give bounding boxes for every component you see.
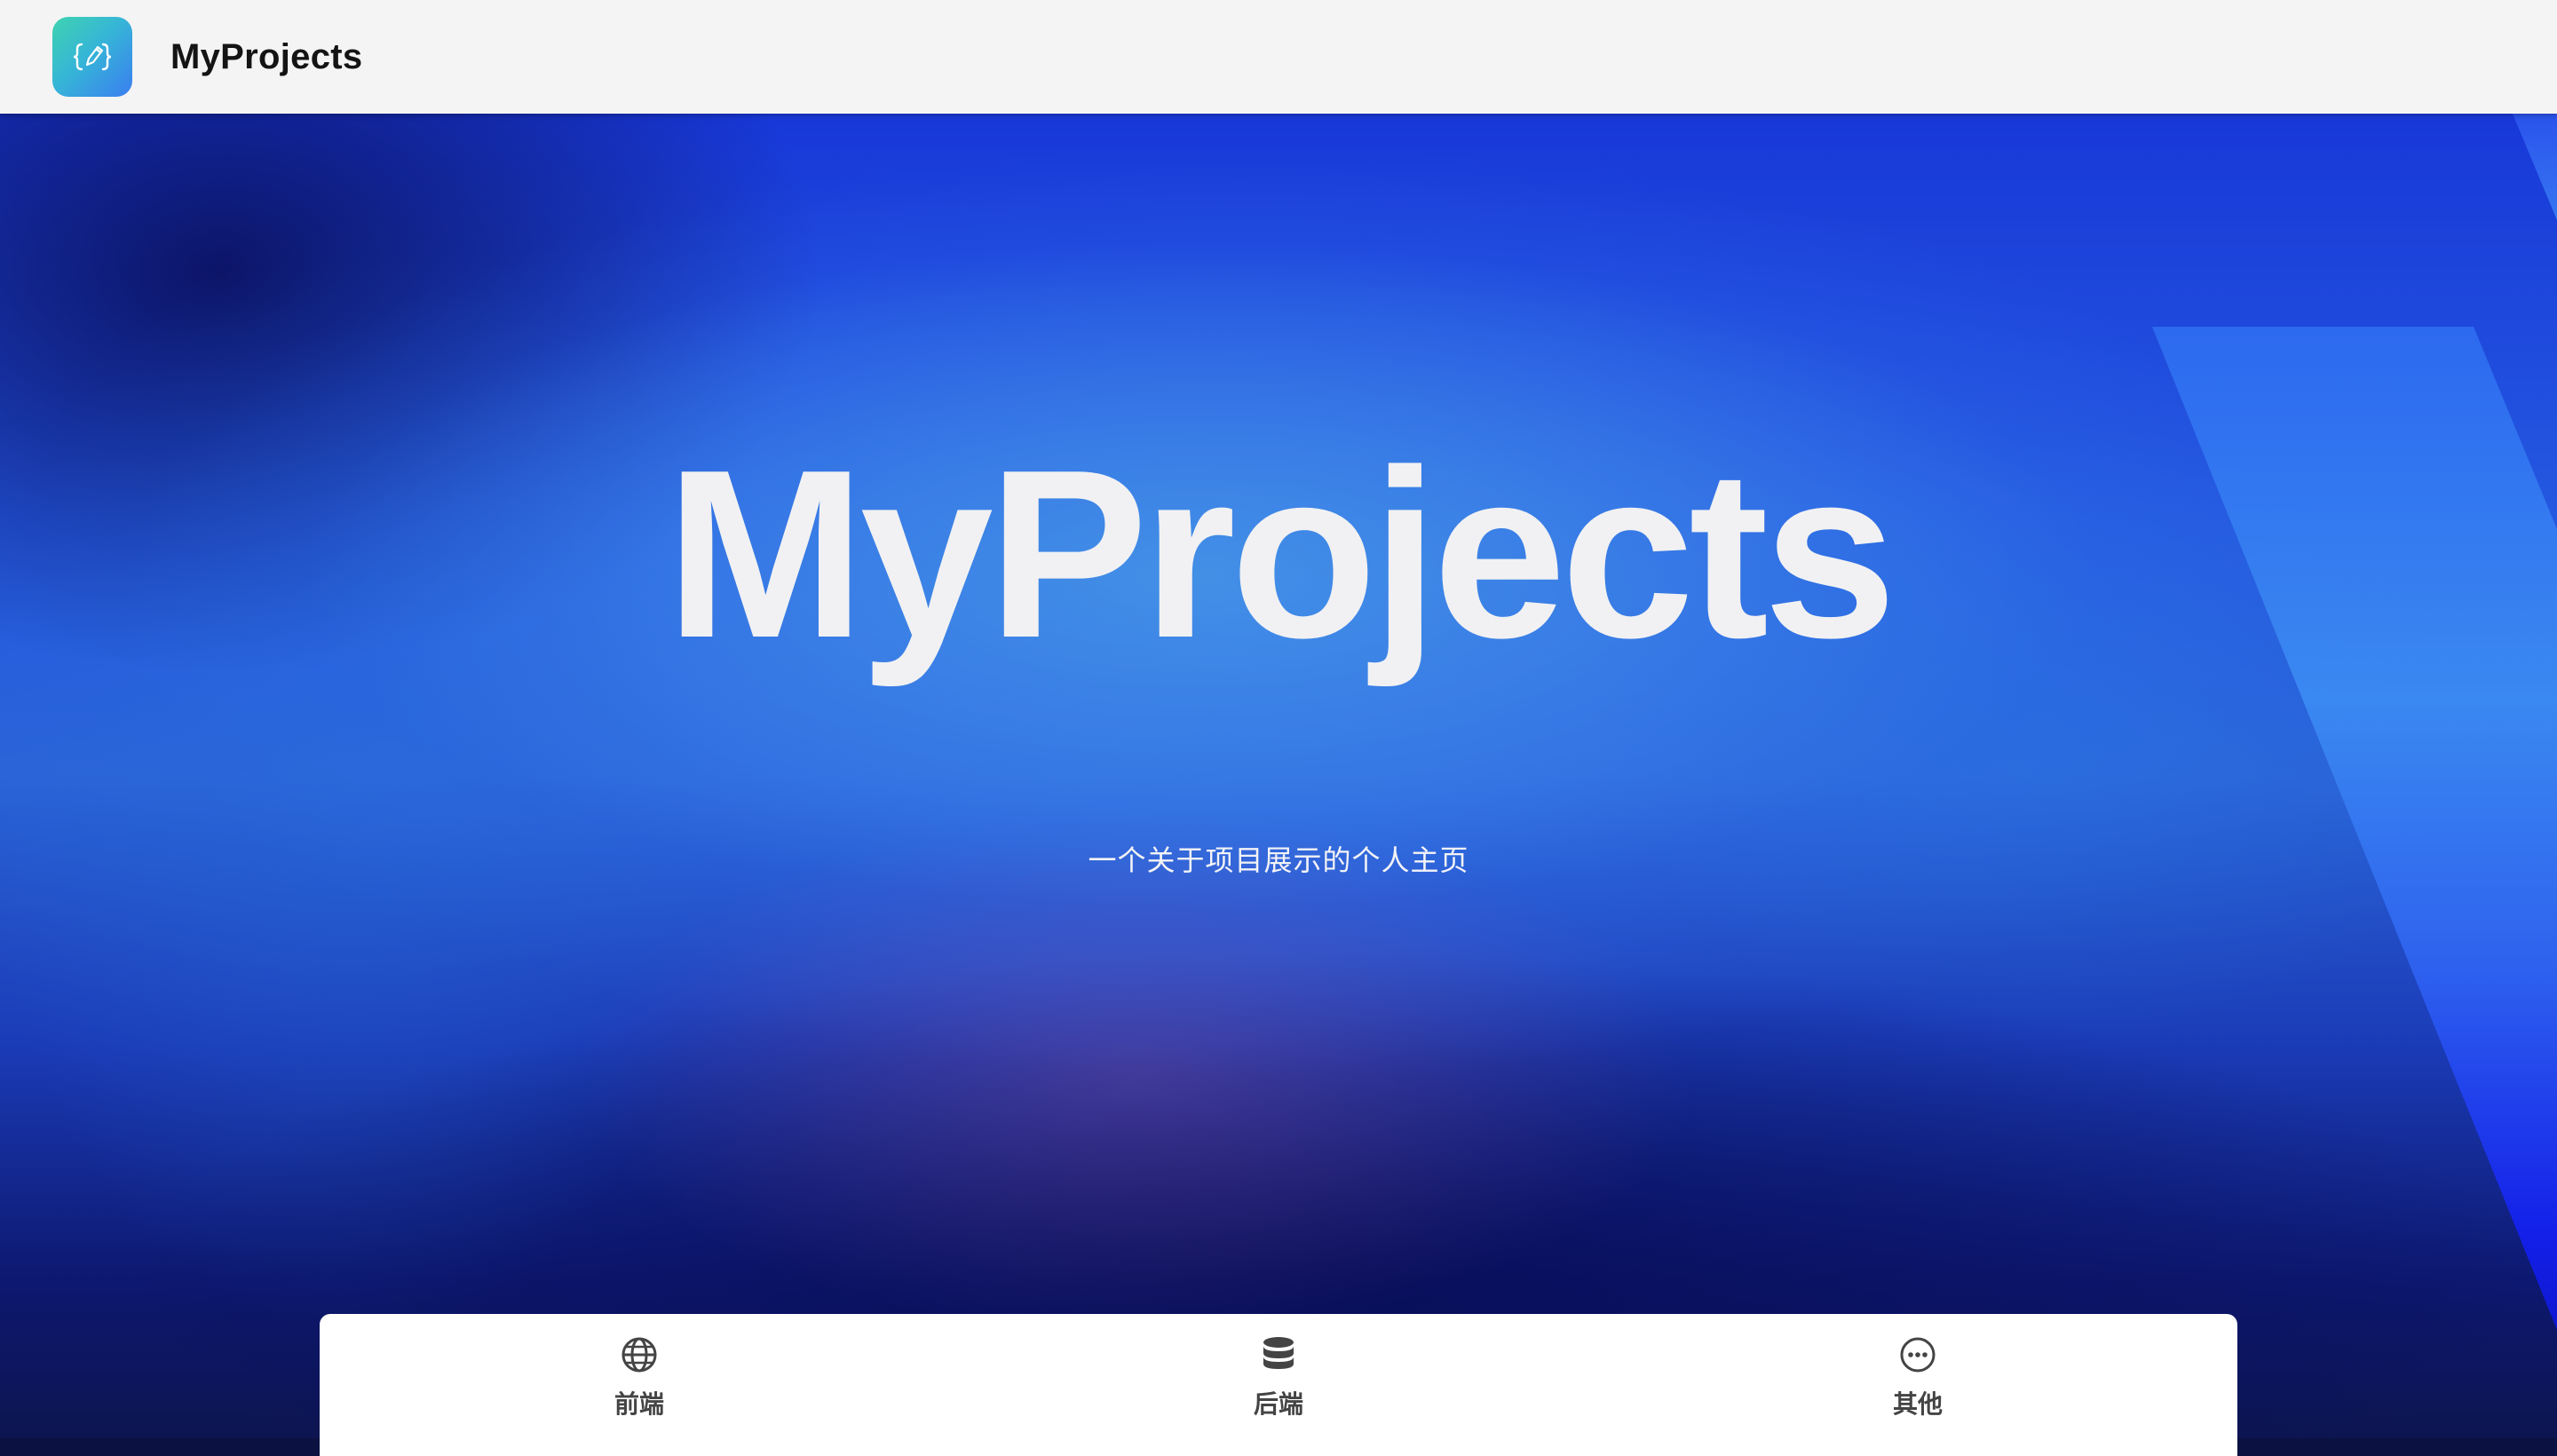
hero-background-haze (0, 114, 2557, 1438)
app-title[interactable]: MyProjects (170, 0, 362, 114)
nav-item-label: 其他 (1892, 1389, 1943, 1419)
hero-banner (0, 114, 2557, 1438)
nav-item-other[interactable]: 其他 (1598, 1314, 2237, 1456)
nav-item-label: 后端 (1253, 1389, 1303, 1419)
code-pencil-icon (73, 43, 112, 71)
hero-subtitle: 一个关于项目展示的个人主页 (1088, 843, 1469, 877)
nav-item-label: 前端 (614, 1389, 664, 1419)
hero-title: MyProjects (665, 421, 1897, 688)
database-icon (1259, 1335, 1298, 1374)
nav-item-frontend[interactable]: 前端 (320, 1314, 959, 1456)
more-circle-icon (1898, 1335, 1937, 1374)
app-logo[interactable] (52, 17, 132, 97)
globe-icon (620, 1335, 659, 1374)
category-nav: 前端 后端 其他 (320, 1314, 2237, 1456)
nav-item-backend[interactable]: 后端 (959, 1314, 1598, 1456)
app-header: MyProjects (0, 0, 2557, 114)
